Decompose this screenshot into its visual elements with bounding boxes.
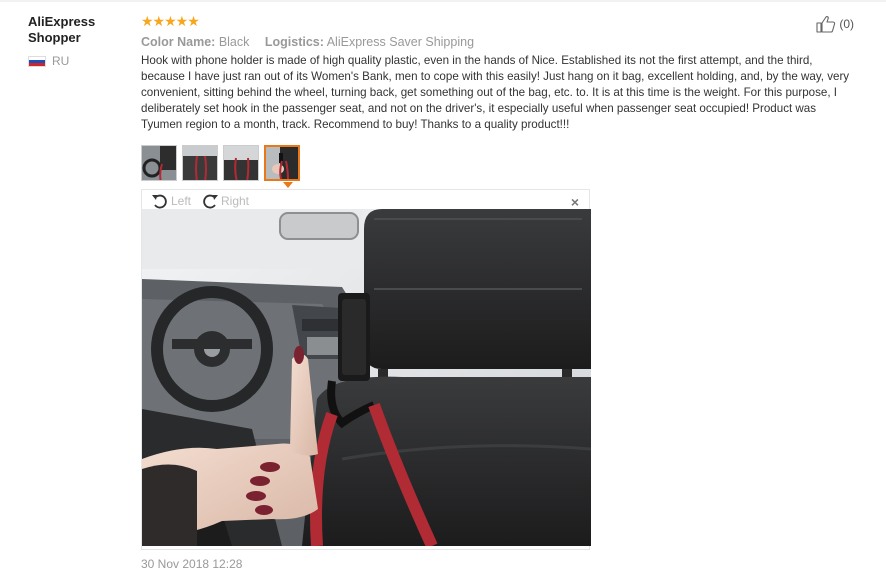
review-thumbnails	[141, 145, 300, 181]
author-country: RU	[28, 54, 128, 68]
rotate-right-icon	[203, 194, 218, 209]
selected-thumbnail-indicator	[283, 182, 293, 188]
top-divider	[0, 0, 886, 2]
rotate-right-label: Right	[221, 194, 250, 208]
rotate-right-button[interactable]: Right	[201, 193, 249, 209]
thumbs-up-icon	[816, 16, 836, 33]
helpful-count: (0)	[839, 17, 854, 31]
review-photo	[142, 209, 591, 546]
rotate-left-button[interactable]: Left	[151, 193, 191, 209]
close-icon[interactable]: ×	[571, 194, 579, 210]
color-value: Black	[218, 35, 250, 49]
review-thumbnail[interactable]	[223, 145, 259, 181]
review-date: 30 Nov 2018 12:28	[141, 557, 243, 571]
logistics-value: AliExpress Saver Shipping	[326, 35, 475, 49]
russia-flag-icon	[28, 55, 46, 67]
review-author: AliExpress Shopper RU	[28, 14, 128, 68]
country-code: RU	[52, 54, 70, 68]
review-content: ★★★★★ Color Name: Black Logistics: AliEx…	[141, 14, 861, 133]
review-text: Hook with phone holder is made of high q…	[141, 54, 850, 131]
review-thumbnail[interactable]	[182, 145, 218, 181]
logistics-label: Logistics:	[264, 35, 324, 49]
review-attributes: Color Name: Black Logistics: AliExpress …	[141, 35, 861, 49]
star-rating: ★★★★★	[141, 13, 200, 29]
review-thumbnail[interactable]	[141, 145, 177, 181]
image-viewer: Left Right ×	[141, 189, 591, 550]
rotate-left-label: Left	[171, 194, 192, 208]
rotate-left-icon	[152, 194, 167, 209]
author-name: AliExpress Shopper	[28, 14, 96, 45]
helpful-button[interactable]: (0)	[816, 15, 854, 33]
color-label: Color Name:	[141, 35, 216, 49]
review-thumbnail-selected[interactable]	[264, 145, 300, 181]
